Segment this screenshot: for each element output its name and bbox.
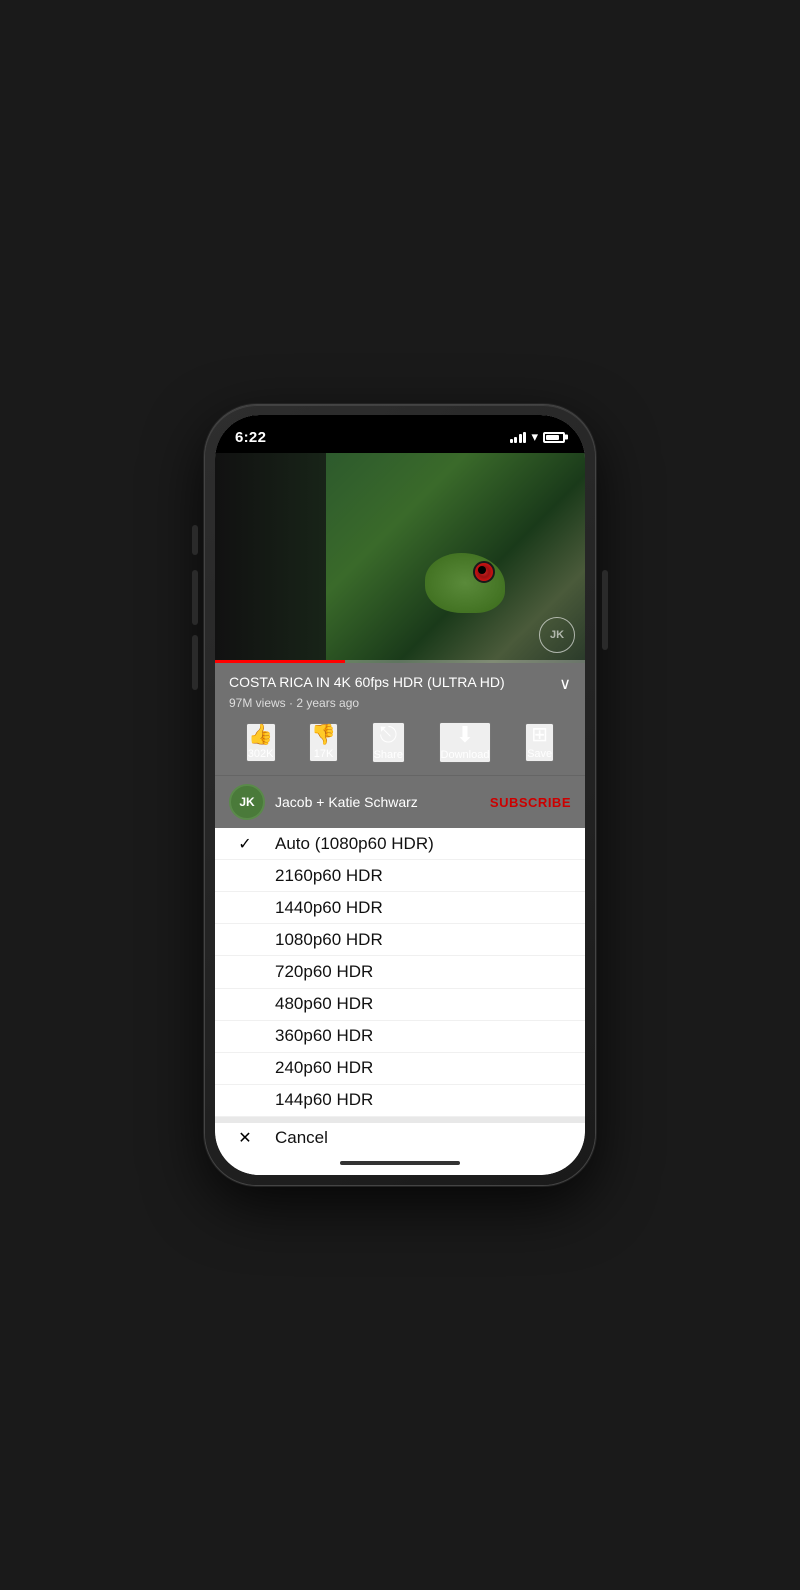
frog-eye bbox=[473, 561, 495, 583]
like-icon: 👍 bbox=[248, 725, 273, 745]
volume-up-button[interactable] bbox=[192, 570, 198, 625]
notch bbox=[335, 415, 465, 443]
video-meta: 97M views · 2 years ago bbox=[229, 696, 571, 710]
status-icons: ▾ bbox=[510, 429, 565, 445]
selected-check-icon: ✓ bbox=[235, 834, 255, 854]
power-button[interactable] bbox=[602, 570, 608, 650]
battery-fill bbox=[546, 435, 559, 440]
quality-label-360p60: 360p60 HDR bbox=[275, 1026, 373, 1046]
frog-head bbox=[425, 553, 505, 613]
dislike-icon: 👎 bbox=[311, 725, 336, 745]
battery-icon bbox=[543, 432, 565, 443]
quality-sheet: ✓ Auto (1080p60 HDR) 2160p60 HDR 1440p60… bbox=[215, 828, 585, 1153]
channel-watermark: JK bbox=[539, 617, 575, 653]
volume-down-button[interactable] bbox=[192, 635, 198, 690]
download-button[interactable]: ⬇ Download bbox=[439, 722, 492, 763]
frog-scene bbox=[215, 453, 585, 663]
quality-option-480p60[interactable]: 480p60 HDR bbox=[215, 989, 585, 1021]
share-icon: ⎋ bbox=[380, 724, 397, 746]
quality-label-2160p60: 2160p60 HDR bbox=[275, 866, 383, 886]
dislike-count: 17K bbox=[314, 748, 334, 760]
signal-bar-3 bbox=[519, 434, 522, 443]
cancel-icon: ✕ bbox=[235, 1128, 255, 1148]
save-label: Save bbox=[527, 748, 552, 760]
signal-icon bbox=[510, 432, 527, 443]
frog-body bbox=[405, 553, 525, 643]
quality-option-1080p60[interactable]: 1080p60 HDR bbox=[215, 924, 585, 956]
app-screen: 6:22 ▾ bbox=[215, 415, 585, 1175]
status-time: 6:22 bbox=[235, 429, 266, 446]
quality-option-720p60[interactable]: 720p60 HDR bbox=[215, 956, 585, 988]
home-indicator bbox=[215, 1153, 585, 1175]
quality-label-240p60: 240p60 HDR bbox=[275, 1058, 373, 1078]
quality-label-144p60: 144p60 HDR bbox=[275, 1090, 373, 1110]
quality-label-1440p60: 1440p60 HDR bbox=[275, 898, 383, 918]
save-icon: ⊞ bbox=[531, 725, 548, 745]
channel-name[interactable]: Jacob + Katie Schwarz bbox=[275, 794, 480, 810]
like-count: 302K bbox=[248, 748, 274, 760]
channel-row: JK Jacob + Katie Schwarz SUBSCRIBE bbox=[215, 775, 585, 828]
save-button[interactable]: ⊞ Save bbox=[525, 723, 554, 762]
mute-button[interactable] bbox=[192, 525, 198, 555]
subscribe-button[interactable]: SUBSCRIBE bbox=[490, 795, 571, 810]
quality-label-480p60: 480p60 HDR bbox=[275, 994, 373, 1014]
signal-bar-1 bbox=[510, 439, 513, 443]
phone-frame: 6:22 ▾ bbox=[205, 405, 595, 1185]
quality-label-1080p60: 1080p60 HDR bbox=[275, 930, 383, 950]
signal-bar-2 bbox=[514, 437, 517, 443]
video-title-row: COSTA RICA IN 4K 60fps HDR (ULTRA HD) ∨ bbox=[229, 673, 571, 694]
video-progress-fill bbox=[215, 660, 345, 663]
status-bar: 6:22 ▾ bbox=[215, 415, 585, 453]
action-row: 👍 302K 👎 17K ⎋ Share ⬇ Download bbox=[229, 718, 571, 767]
quality-option-2160p60[interactable]: 2160p60 HDR bbox=[215, 860, 585, 892]
quality-option-144p60[interactable]: 144p60 HDR bbox=[215, 1085, 585, 1117]
phone-screen: 6:22 ▾ bbox=[215, 415, 585, 1175]
wifi-icon: ▾ bbox=[531, 429, 538, 445]
download-icon: ⬇ bbox=[456, 724, 474, 746]
share-label: Share bbox=[374, 749, 403, 761]
cancel-option[interactable]: ✕ Cancel bbox=[215, 1117, 585, 1153]
home-bar[interactable] bbox=[340, 1161, 460, 1165]
dislike-button[interactable]: 👎 17K bbox=[309, 723, 338, 762]
expand-icon[interactable]: ∨ bbox=[559, 674, 571, 694]
quality-option-360p60[interactable]: 360p60 HDR bbox=[215, 1021, 585, 1053]
download-label: Download bbox=[441, 749, 490, 761]
video-info-panel: COSTA RICA IN 4K 60fps HDR (ULTRA HD) ∨ … bbox=[215, 663, 585, 775]
quality-option-auto[interactable]: ✓ Auto (1080p60 HDR) bbox=[215, 828, 585, 860]
quality-option-1440p60[interactable]: 1440p60 HDR bbox=[215, 892, 585, 924]
video-thumbnail[interactable]: JK bbox=[215, 453, 585, 663]
signal-bar-4 bbox=[523, 432, 526, 443]
quality-option-240p60[interactable]: 240p60 HDR bbox=[215, 1053, 585, 1085]
video-title: COSTA RICA IN 4K 60fps HDR (ULTRA HD) bbox=[229, 673, 551, 691]
like-button[interactable]: 👍 302K bbox=[246, 723, 276, 762]
quality-label-auto: Auto (1080p60 HDR) bbox=[275, 834, 434, 854]
cancel-label: Cancel bbox=[275, 1128, 328, 1148]
video-progress-bar[interactable] bbox=[215, 660, 585, 663]
quality-label-720p60: 720p60 HDR bbox=[275, 962, 373, 982]
share-button[interactable]: ⎋ Share bbox=[372, 722, 405, 763]
video-background: JK bbox=[215, 453, 585, 663]
channel-avatar[interactable]: JK bbox=[229, 784, 265, 820]
